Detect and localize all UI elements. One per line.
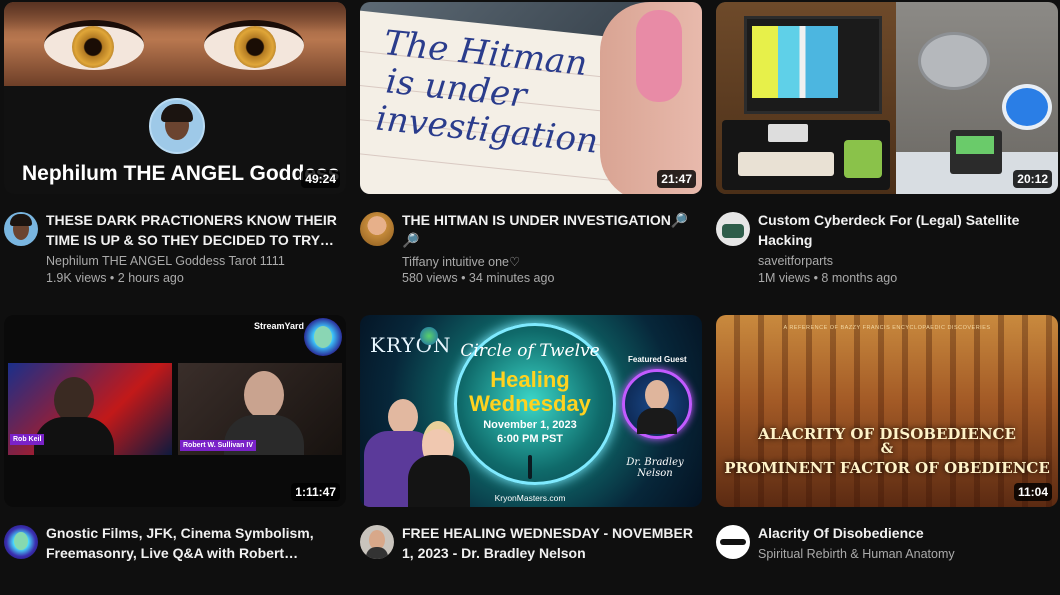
alien-logo — [304, 318, 342, 356]
duration-badge: 49:24 — [301, 170, 340, 188]
guest-label-right: Robert W. Sullivan IV — [180, 440, 257, 451]
video-thumbnail[interactable]: StreamYard Rob Keil Robert W. Sullivan I… — [4, 315, 346, 507]
globe-icon — [420, 327, 438, 345]
eyes-image — [4, 2, 346, 86]
thumb-banner: A REFERENCE OF BAZZY FRANCIS ENCYCLOPAED… — [783, 325, 991, 331]
video-thumbnail[interactable]: A REFERENCE OF BAZZY FRANCIS ENCYCLOPAED… — [716, 315, 1058, 507]
channel-avatar[interactable] — [360, 212, 394, 246]
thumb-featured: Featured Guest — [628, 355, 687, 364]
thumb-time: 6:00 PM PST — [496, 433, 564, 445]
thumb-date: November 1, 2023 — [483, 419, 577, 431]
upload-age: 8 months ago — [821, 271, 898, 285]
kryon-logo: KRYON — [370, 333, 452, 357]
thumb-heading: Circle of Twelve — [460, 341, 600, 361]
video-title[interactable]: Gnostic Films, JFK, Cinema Symbolism, Fr… — [46, 523, 346, 563]
channel-name[interactable]: Spiritual Rebirth & Human Anatomy — [758, 547, 955, 561]
hand-image — [600, 2, 702, 194]
channel-avatar[interactable] — [4, 212, 38, 246]
silhouette — [528, 455, 532, 479]
thumb-guest-name: Dr. Bradley Nelson — [626, 457, 684, 479]
channel-name[interactable]: Tiffany intuitive one♡ — [402, 254, 520, 269]
video-title[interactable]: THESE DARK PRACTIONERS KNOW THEIR TIME I… — [46, 210, 346, 250]
video-stats: 1M views • 8 months ago — [758, 271, 898, 285]
thumb-amp: & — [880, 441, 894, 457]
video-title[interactable]: Alacrity Of Disobedience — [758, 523, 1058, 543]
channel-avatar[interactable] — [360, 525, 394, 559]
video-card[interactable]: StreamYard Rob Keil Robert W. Sullivan I… — [4, 315, 346, 561]
satellite-image — [896, 2, 1058, 194]
video-stats: 580 views • 34 minutes ago — [402, 271, 555, 285]
thumbnail-caption: Nephilum THE ANGEL Goddess — [22, 162, 340, 185]
guest-label-left: Rob Keil — [10, 434, 45, 445]
video-title[interactable]: Custom Cyberdeck For (Legal) Satellite H… — [758, 210, 1058, 250]
handwritten-note: The Hitman is under investigation — [373, 23, 600, 162]
channel-name[interactable]: Nephilum THE ANGEL Goddess Tarot 1111 — [46, 254, 285, 268]
upload-age: 34 minutes ago — [468, 271, 555, 285]
channel-avatar[interactable] — [4, 525, 38, 559]
hosts-photo — [360, 399, 470, 507]
duration-badge: 11:04 — [1013, 483, 1052, 501]
upload-age: 2 hours ago — [117, 271, 184, 285]
video-card[interactable]: KRYON Circle of Twelve Healing Wednesday… — [360, 315, 702, 561]
video-title[interactable]: FREE HEALING WEDNESDAY - NOVEMBER 1, 202… — [402, 523, 702, 563]
duration-badge: 21:47 — [657, 170, 696, 188]
view-count: 1.9K views — [46, 271, 107, 285]
crowd-painting — [716, 315, 1058, 507]
video-card[interactable]: A REFERENCE OF BAZZY FRANCIS ENCYCLOPAED… — [716, 315, 1058, 561]
channel-avatar[interactable] — [716, 525, 750, 559]
duration-badge: 1:11:47 — [291, 483, 340, 501]
video-thumbnail[interactable]: The Hitman is under investigation 21:47 — [360, 2, 702, 194]
video-card[interactable]: 20:12 Custom Cyberdeck For (Legal) Satel… — [716, 2, 1058, 285]
channel-avatar[interactable] — [716, 212, 750, 246]
duration-badge: 20:12 — [1013, 170, 1052, 188]
video-title[interactable]: THE HITMAN IS UNDER INVESTIGATION🔎🔎 — [402, 210, 702, 250]
video-thumbnail[interactable]: 20:12 — [716, 2, 1058, 194]
view-count: 580 views — [402, 271, 458, 285]
video-stats: 1.9K views • 2 hours ago — [46, 271, 184, 285]
channel-portrait — [149, 98, 205, 154]
thumb-main-2: Wednesday — [469, 391, 591, 416]
video-card[interactable]: The Hitman is under investigation 21:47 … — [360, 2, 702, 285]
video-thumbnail[interactable]: Nephilum THE ANGEL Goddess 49:24 — [4, 2, 346, 194]
streamyard-brand: StreamYard — [254, 321, 305, 331]
cyberdeck-image — [716, 2, 896, 194]
video-thumbnail[interactable]: KRYON Circle of Twelve Healing Wednesday… — [360, 315, 702, 507]
thumb-main-1: Healing — [490, 367, 570, 392]
view-count: 1M views — [758, 271, 811, 285]
video-card[interactable]: Nephilum THE ANGEL Goddess 49:24 THESE D… — [4, 2, 346, 285]
guest-photo — [622, 369, 692, 439]
thumb-line-2: PROMINENT FACTOR OF OBEDIENCE — [724, 459, 1050, 477]
channel-name[interactable]: saveitforparts — [758, 254, 833, 268]
thumb-site: KryonMasters.com — [494, 493, 566, 503]
